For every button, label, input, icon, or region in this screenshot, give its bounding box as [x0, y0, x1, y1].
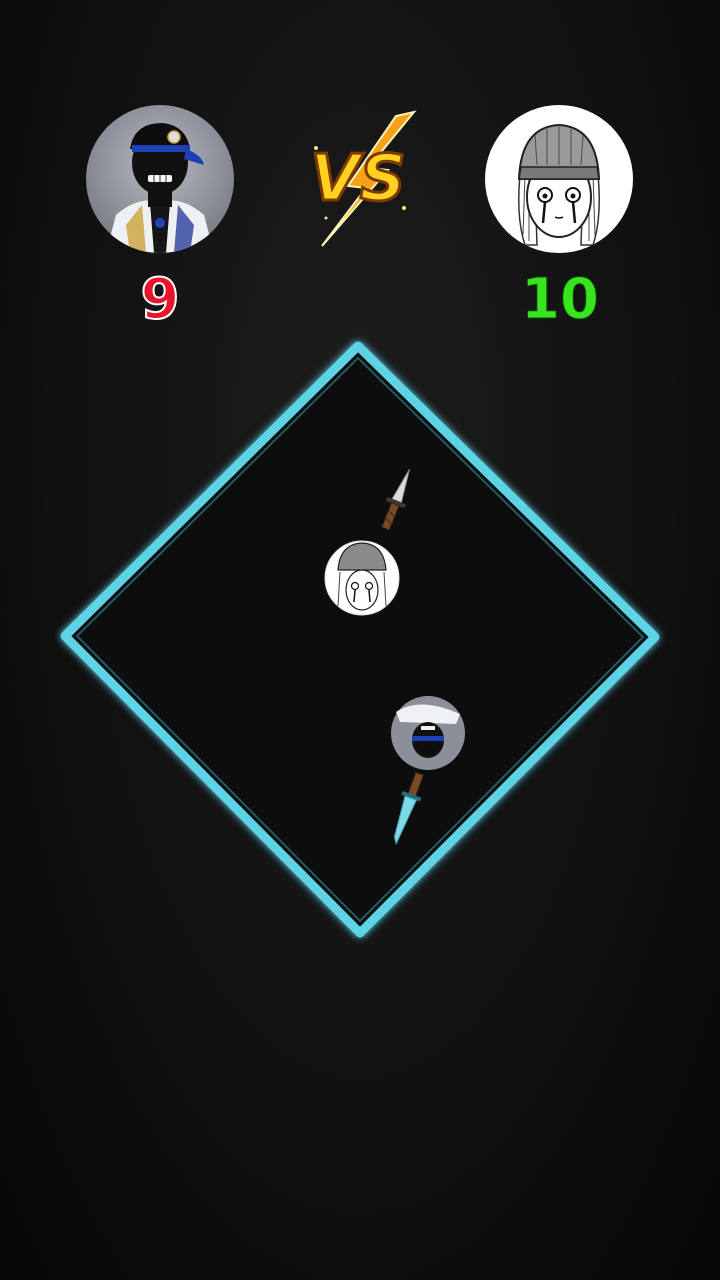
player-two-token: [324, 540, 400, 616]
player-one-token: [391, 696, 465, 770]
arena-border: [60, 341, 660, 938]
arena: [60, 341, 660, 938]
